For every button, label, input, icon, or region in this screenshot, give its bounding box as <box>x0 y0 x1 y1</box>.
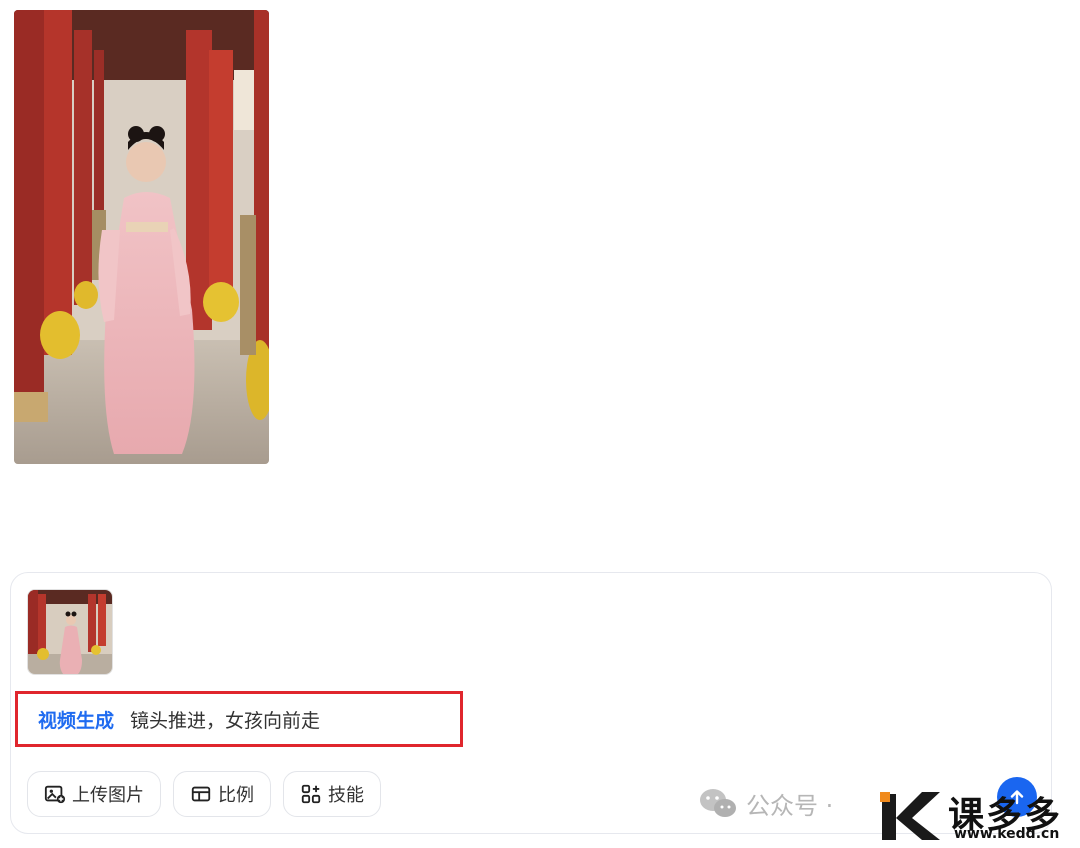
wechat-watermark-text: 公众号 · <box>746 792 834 820</box>
composer-toolbar: 上传图片 比例 技能 <box>27 771 381 817</box>
skill-tag-video-generation[interactable]: 视频生成 <box>38 706 114 733</box>
upload-image-label: 上传图片 <box>72 785 144 806</box>
skills-label: 技能 <box>328 785 364 806</box>
image-upload-icon <box>44 783 66 805</box>
aspect-ratio-icon <box>190 783 212 805</box>
kedd-logo-icon <box>880 792 940 840</box>
kedd-watermark: 课多多 www.kedd.cn <box>878 786 1078 844</box>
wechat-icon <box>700 788 736 817</box>
aspect-ratio-button[interactable]: 比例 <box>173 771 271 817</box>
kedd-brand-url: www.kedd.cn <box>954 826 1060 842</box>
skills-button[interactable]: 技能 <box>283 771 381 817</box>
generated-image[interactable] <box>14 10 269 464</box>
prompt-text: 镜头推进，女孩向前走 <box>130 709 321 732</box>
upload-image-button[interactable]: 上传图片 <box>27 771 161 817</box>
aspect-ratio-label: 比例 <box>218 785 254 806</box>
prompt-input[interactable]: 视频生成 镜头推进，女孩向前走 <box>15 691 463 747</box>
skills-grid-icon <box>300 783 322 805</box>
uploaded-image-thumbnail[interactable] <box>27 589 113 675</box>
wechat-watermark: 公众号 · <box>698 786 833 821</box>
